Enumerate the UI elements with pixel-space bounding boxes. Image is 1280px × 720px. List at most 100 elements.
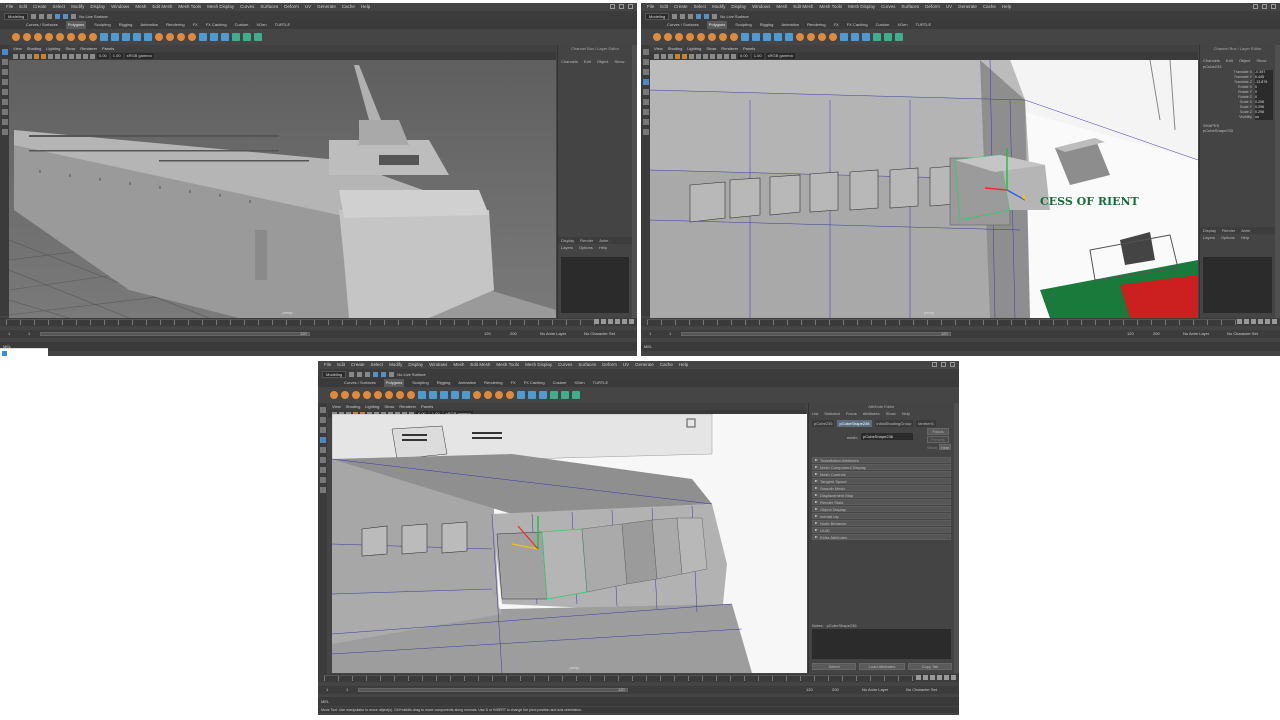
boolean-icon[interactable] [774,33,782,41]
viewport-menu-item[interactable]: Shading [346,403,361,410]
shelf-tab[interactable]: TURTLE [275,21,290,29]
menu-item[interactable]: Edit Mesh [793,3,813,11]
viewport-menu-item[interactable]: Panels [743,45,755,52]
side-tab-strip[interactable] [1275,45,1280,318]
folder-icon[interactable] [349,371,355,377]
sphere-icon[interactable] [330,391,338,399]
bevel-icon[interactable] [495,391,503,399]
minimize-icon[interactable] [932,362,937,367]
menu-item[interactable]: Help [361,3,370,11]
save-icon[interactable] [680,13,686,19]
sphere-icon[interactable] [653,33,661,41]
menu-item[interactable]: Generate [317,3,336,11]
shadows-icon[interactable] [717,53,722,59]
menu-item[interactable]: Mesh Tools [178,3,201,11]
smooth-shade-icon[interactable] [55,53,60,59]
minimize-icon[interactable] [610,4,615,9]
mirror-icon[interactable] [785,33,793,41]
multicut-icon[interactable] [840,33,848,41]
time-slider[interactable] [641,318,1280,326]
target-weld-icon[interactable] [528,391,536,399]
step-back-icon[interactable] [923,675,928,680]
shelf-tab[interactable]: Rigging [119,21,133,29]
move-tool-icon[interactable] [319,437,326,443]
shelf-tab[interactable]: Rigging [437,379,451,387]
gamma-field[interactable]: 1.00 [110,53,123,59]
play-back-icon[interactable] [1251,319,1256,324]
menu-item[interactable]: Generate [958,3,977,11]
camera-attr-icon[interactable] [661,53,666,59]
cube-icon[interactable] [341,391,349,399]
mode-dropdown[interactable]: Modeling [4,12,29,20]
shelf-tab[interactable]: Rendering [166,21,184,29]
menu-item[interactable]: Display [731,3,746,11]
step-forward-icon[interactable] [622,319,627,324]
film-gate-icon[interactable] [41,53,46,59]
save-icon[interactable] [357,371,363,377]
smooth-shade-icon[interactable] [696,53,701,59]
shelf-tab[interactable]: FX Caching [847,21,868,29]
menu-item[interactable]: File [324,361,331,369]
ae-section[interactable]: Object Display [812,506,951,512]
shelf-tab[interactable]: FX [834,21,839,29]
menu-item[interactable]: Mesh Display [525,361,552,369]
plane-icon[interactable] [385,391,393,399]
select-tool-icon[interactable] [642,49,649,55]
camera-icon[interactable] [13,53,18,59]
boolean-icon[interactable] [451,391,459,399]
shelf-tab[interactable]: Custom [235,21,249,29]
combine-icon[interactable] [100,33,108,41]
separate-icon[interactable] [111,33,119,41]
viewport-menu-item[interactable]: Panels [421,403,433,410]
colorspace-dropdown[interactable]: sRGB gamma [765,53,795,59]
menu-item[interactable]: Deform [925,3,940,11]
ae-section[interactable]: Mesh Controls [812,471,951,477]
ae-tab-active[interactable]: pCubeShape236 [837,420,872,427]
menu-item[interactable]: Windows [752,3,770,11]
command-line[interactable]: MEL [318,697,959,706]
menu-item[interactable]: Edit [337,361,345,369]
layer-tab[interactable]: Display [561,237,574,244]
menu-item[interactable]: Deform [602,361,617,369]
layout-two-icon[interactable] [642,129,649,135]
xray-icon[interactable] [724,53,729,59]
channel-tab[interactable]: Channels [561,58,578,65]
viewport-menu-item[interactable]: Lighting [46,45,60,52]
step-forward-icon[interactable] [1265,319,1270,324]
viewport-menu-item[interactable]: Panels [102,45,114,52]
viewport-menu-item[interactable]: Renderer [721,45,738,52]
cube-icon[interactable] [23,33,31,41]
ae-section[interactable]: UUID [812,527,951,533]
bevel-icon[interactable] [818,33,826,41]
layer-menu-item[interactable]: Layers [561,244,573,251]
isolate-icon[interactable] [731,53,736,59]
select-mode-icon[interactable] [373,371,379,377]
magnet-icon[interactable] [712,13,718,19]
menu-item[interactable]: Curves [240,3,254,11]
paint-select-icon[interactable] [642,69,649,75]
ae-menu-item[interactable]: Selected [824,410,840,417]
shelf-tab-active[interactable]: Polygons [383,379,405,387]
menu-item[interactable]: Surfaces [260,3,278,11]
shelf-tab-active[interactable]: Polygons [706,21,728,29]
viewport-menu-item[interactable]: View [654,45,663,52]
channel-tab[interactable]: Edit [1226,57,1233,64]
connect-icon[interactable] [539,391,547,399]
menu-item[interactable]: Edit Mesh [470,361,490,369]
app-icon[interactable] [2,351,7,356]
menu-item[interactable]: Surfaces [578,361,596,369]
shelf-tab[interactable]: Animation [458,379,476,387]
layer-tab[interactable]: Anim [599,237,608,244]
move-tool-icon[interactable] [1,79,8,85]
combine-icon[interactable] [418,391,426,399]
boolean-icon[interactable] [133,33,141,41]
target-weld-icon[interactable] [210,33,218,41]
viewport-menu-item[interactable]: Lighting [687,45,701,52]
go-start-icon[interactable] [916,675,921,680]
viewport-menu-item[interactable]: Renderer [399,403,416,410]
cylinder-icon[interactable] [675,33,683,41]
select-button[interactable]: Select [812,663,856,670]
ae-menu-item[interactable]: Attributes [863,410,880,417]
snap-grid-icon[interactable] [63,13,69,19]
viewport-menu-item[interactable]: View [332,403,341,410]
